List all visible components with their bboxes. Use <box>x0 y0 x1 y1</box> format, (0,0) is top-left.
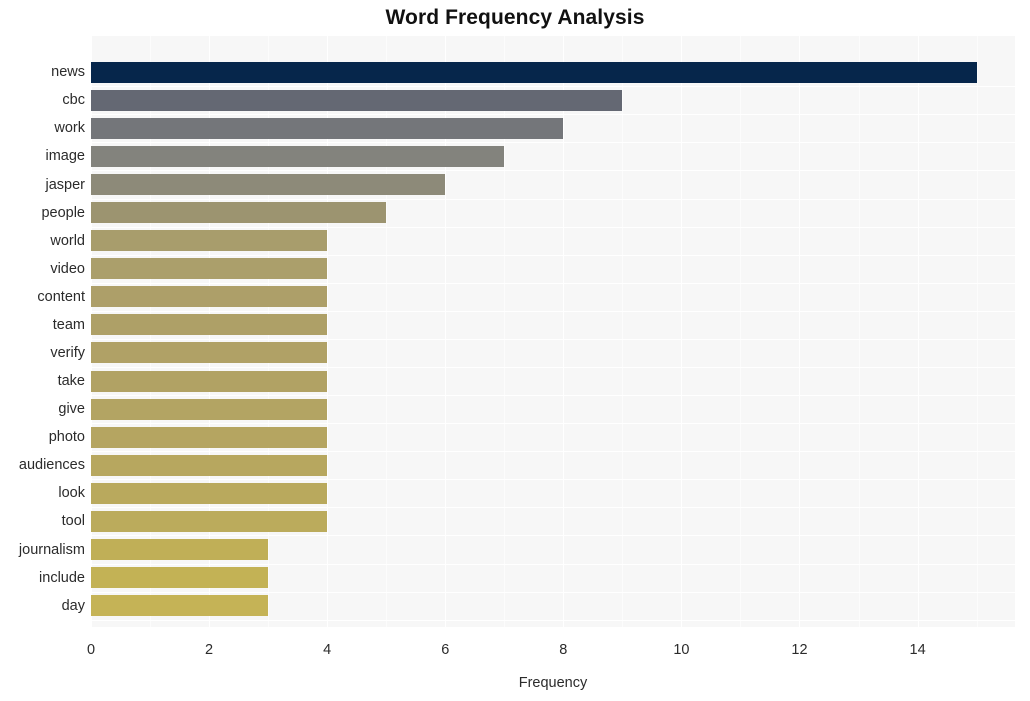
gridline-horizontal <box>91 507 1015 508</box>
bar <box>91 61 977 83</box>
y-axis-tick-label: give <box>58 401 85 418</box>
gridline-vertical-minor <box>622 36 624 627</box>
x-axis-tick-label: 2 <box>205 642 214 658</box>
x-axis-tick-label: 6 <box>441 642 450 658</box>
gridline-horizontal <box>91 367 1015 368</box>
gridline-vertical-minor <box>740 36 742 627</box>
gridline-horizontal <box>91 227 1015 228</box>
bar <box>91 595 269 617</box>
bar <box>91 117 564 139</box>
bar <box>91 398 328 420</box>
y-axis-tick-label: content <box>37 288 85 305</box>
gridline-horizontal <box>91 283 1015 284</box>
y-axis-tick-label: image <box>45 148 86 165</box>
y-axis-tick-label: work <box>54 120 85 137</box>
gridline-horizontal <box>91 620 1015 621</box>
y-axis-tick-label: verify <box>50 344 85 361</box>
bar <box>91 314 328 336</box>
gridline-vertical-minor <box>976 36 978 627</box>
gridline-horizontal <box>91 395 1015 396</box>
gridline-horizontal <box>91 535 1015 536</box>
bar <box>91 539 269 560</box>
bar <box>91 89 623 111</box>
gridline-horizontal <box>91 114 1015 115</box>
gridline-horizontal <box>91 423 1015 424</box>
y-axis-tick-label: cbc <box>62 92 85 109</box>
gridline-horizontal <box>91 170 1015 171</box>
y-axis-tick-label: include <box>39 569 85 586</box>
y-axis-tick-label: tool <box>61 513 85 530</box>
gridline-horizontal <box>91 564 1015 565</box>
y-axis-tick-label: team <box>52 316 85 333</box>
gridline-horizontal <box>91 142 1015 143</box>
gridline-vertical <box>563 36 565 627</box>
bar <box>91 454 328 476</box>
bar <box>91 286 328 308</box>
gridline-horizontal <box>91 86 1015 87</box>
x-axis-tick-label: 4 <box>323 642 332 658</box>
word-frequency-chart: Word Frequency Analysis news cbc work image… <box>0 0 1030 701</box>
bar <box>91 370 328 392</box>
gridline-vertical-minor <box>858 36 860 627</box>
x-axis-tick-label: 14 <box>909 642 926 658</box>
gridline-horizontal <box>91 255 1015 256</box>
bar <box>91 510 328 532</box>
bar <box>91 145 505 167</box>
gridline-vertical <box>799 36 801 627</box>
gridline-horizontal <box>91 592 1015 593</box>
x-axis-tick-label: 8 <box>559 642 568 658</box>
y-axis-tick-label: audiences <box>18 457 85 474</box>
gridline-horizontal <box>91 339 1015 340</box>
bar <box>91 567 269 589</box>
gridline-horizontal <box>91 451 1015 452</box>
gridline-horizontal <box>91 479 1015 480</box>
y-axis-tick-label: look <box>58 485 85 502</box>
bar <box>91 258 328 280</box>
plot-area <box>91 36 1015 627</box>
x-axis-tick-label: 0 <box>86 642 96 658</box>
gridline-horizontal <box>91 311 1015 312</box>
bar <box>91 482 328 504</box>
y-axis-tick-label: day <box>61 597 85 614</box>
y-axis-tick-label: news <box>51 64 85 81</box>
y-axis-labels: news cbc work image jasper people world video co… <box>0 36 85 627</box>
y-axis-tick-label: world <box>50 232 85 249</box>
y-axis-tick-label: take <box>57 373 85 390</box>
y-axis-tick-label: photo <box>48 429 85 446</box>
y-axis-tick-label: jasper <box>45 176 86 193</box>
gridline-vertical <box>681 36 683 627</box>
gridline-vertical <box>917 36 919 627</box>
x-axis-title: Frequency <box>518 675 588 691</box>
y-axis-tick-label: people <box>41 204 85 221</box>
bar <box>91 174 446 196</box>
chart-title: Word Frequency Analysis <box>385 6 645 29</box>
bar <box>91 426 328 448</box>
x-axis-ticks: 0 2 4 6 8 10 12 14 <box>0 643 1030 665</box>
y-axis-tick-label: video <box>50 260 85 277</box>
y-axis-tick-label: journalism <box>18 541 85 558</box>
bar <box>91 230 328 252</box>
bar <box>91 202 387 224</box>
x-axis-tick-label: 12 <box>791 642 808 658</box>
x-axis-tick-label: 10 <box>673 642 690 658</box>
gridline-horizontal <box>91 199 1015 200</box>
bar <box>91 342 328 364</box>
